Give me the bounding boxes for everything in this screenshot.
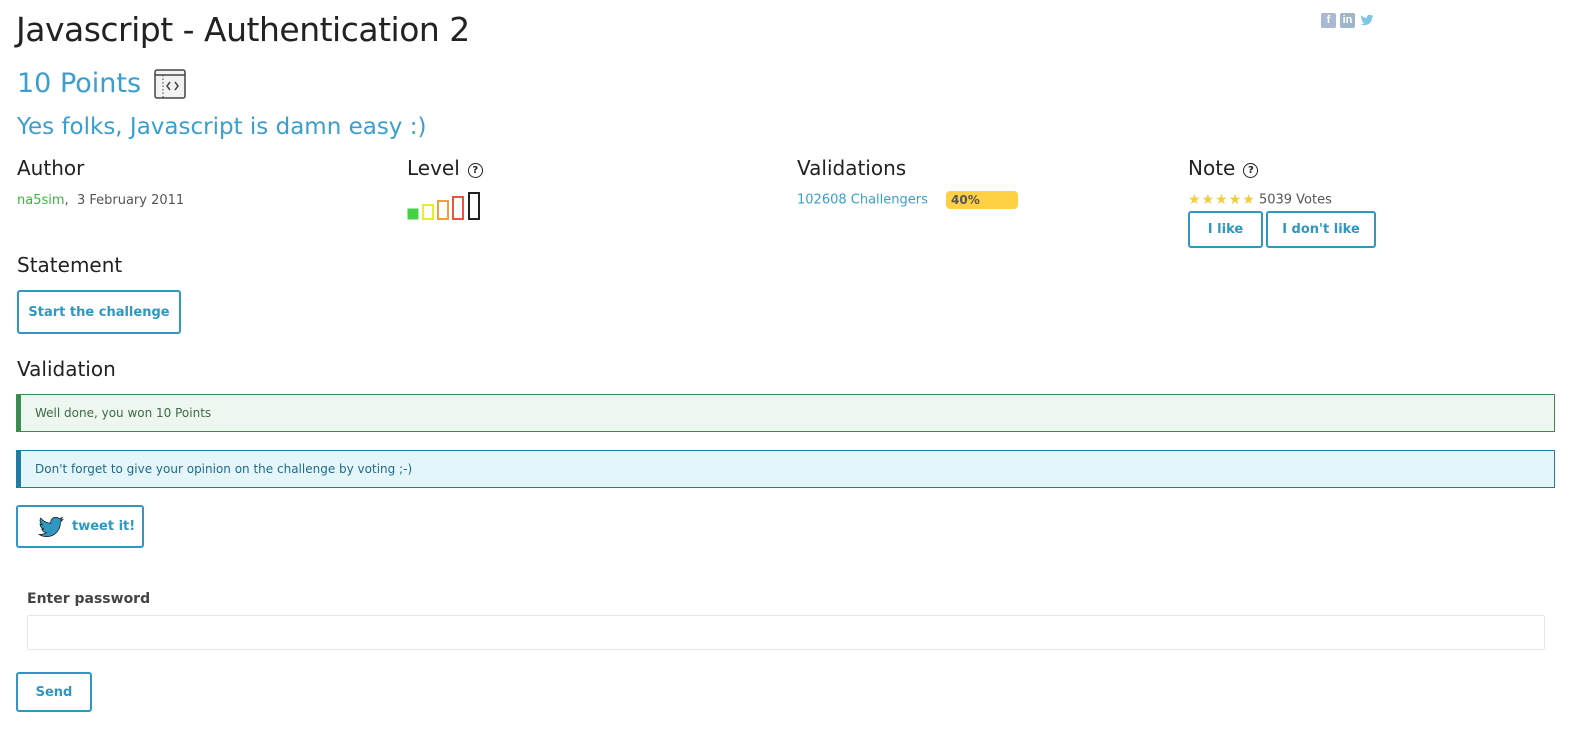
validations-heading: Validations bbox=[797, 156, 907, 180]
facebook-icon[interactable]: f bbox=[1321, 13, 1336, 28]
validations-info: 102608 Challengers 40% bbox=[797, 191, 1019, 209]
dislike-button[interactable]: I don't like bbox=[1266, 211, 1376, 248]
help-icon[interactable]: ? bbox=[467, 163, 483, 178]
challengers-link[interactable]: 102608 Challengers bbox=[797, 193, 928, 208]
send-button[interactable]: Send bbox=[16, 672, 92, 712]
points-row: 10 Points bbox=[17, 68, 186, 99]
level-bar-2 bbox=[422, 204, 434, 220]
start-challenge-button[interactable]: Start the challenge bbox=[17, 290, 181, 334]
info-alert: Don't forget to give your opinion on the… bbox=[16, 450, 1555, 488]
validation-heading: Validation bbox=[17, 357, 116, 381]
twitter-bird-icon bbox=[38, 516, 64, 537]
tweet-label: tweet it! bbox=[72, 519, 136, 534]
social-share: f in bbox=[1321, 13, 1374, 28]
level-bar-5 bbox=[468, 192, 480, 220]
author-info: na5sim, 3 February 2011 bbox=[17, 193, 184, 208]
twitter-icon[interactable] bbox=[1359, 13, 1374, 28]
validation-progress: 40% bbox=[946, 191, 1019, 209]
author-heading: Author bbox=[17, 156, 85, 180]
password-input[interactable] bbox=[27, 615, 1545, 650]
author-link[interactable]: na5sim bbox=[17, 193, 65, 208]
note-heading-label: Note bbox=[1188, 156, 1236, 180]
page-title: Javascript - Authentication 2 bbox=[16, 10, 470, 49]
star-icon: ★ bbox=[1188, 192, 1201, 208]
level-heading-label: Level bbox=[407, 156, 460, 180]
note-heading: Note? bbox=[1188, 156, 1259, 180]
author-separator: , bbox=[64, 193, 69, 208]
help-icon[interactable]: ? bbox=[1243, 163, 1259, 178]
like-button[interactable]: I like bbox=[1188, 211, 1263, 248]
star-icon: ★ bbox=[1201, 192, 1215, 208]
tweet-button[interactable]: tweet it! bbox=[16, 505, 144, 548]
web-challenge-icon bbox=[154, 68, 186, 99]
rating-stars: ★ ★ ★ ★ ★ bbox=[1188, 192, 1255, 208]
author-date: 3 February 2011 bbox=[76, 193, 185, 208]
level-bar-4 bbox=[452, 196, 464, 220]
linkedin-icon[interactable]: in bbox=[1340, 13, 1355, 28]
star-icon: ★ bbox=[1215, 192, 1228, 208]
star-icon: ★ bbox=[1228, 192, 1242, 208]
password-label: Enter password bbox=[27, 591, 151, 607]
level-bar-1 bbox=[407, 208, 419, 220]
rating-row: ★ ★ ★ ★ ★ 5039 Votes bbox=[1188, 192, 1332, 208]
statement-heading: Statement bbox=[17, 253, 123, 277]
level-indicator bbox=[407, 192, 480, 220]
challenge-subtitle: Yes folks, Javascript is damn easy :) bbox=[17, 114, 427, 140]
points-value: 10 Points bbox=[17, 68, 142, 99]
level-bar-3 bbox=[437, 200, 449, 220]
star-icon: ★ bbox=[1242, 192, 1255, 208]
success-alert: Well done, you won 10 Points bbox=[16, 394, 1555, 432]
votes-count: 5039 Votes bbox=[1258, 192, 1332, 208]
level-heading: Level? bbox=[407, 156, 483, 180]
